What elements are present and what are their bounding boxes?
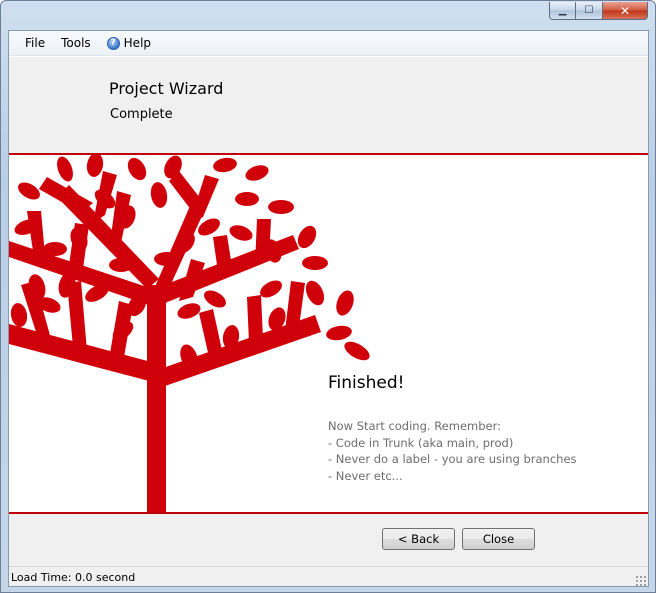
window-client: File Tools ? Help Project Wizard Complet… (8, 30, 649, 587)
wizard-header: Project Wizard Complete (9, 57, 648, 153)
page-subtitle: Complete (110, 107, 173, 122)
maximize-icon: ☐ (584, 5, 594, 16)
load-time-label: Load Time: 0.0 second (11, 571, 136, 584)
menu-file[interactable]: File (17, 32, 53, 54)
finished-message: Now Start coding. Remember: - Code in Tr… (328, 418, 577, 484)
menu-bar: File Tools ? Help (9, 31, 648, 56)
menu-tools[interactable]: Tools (53, 32, 99, 54)
back-button[interactable]: < Back (382, 528, 455, 550)
page-title: Project Wizard (109, 79, 224, 98)
menu-help[interactable]: ? Help (99, 32, 159, 54)
close-icon: ✕ (619, 3, 631, 18)
caption-buttons: ▁ ☐ ✕ (549, 2, 648, 20)
close-button[interactable]: Close (462, 528, 535, 550)
resize-grip[interactable] (635, 575, 646, 586)
menu-tools-label: Tools (61, 36, 91, 50)
wizard-content: Finished! Now Start coding. Remember: - … (9, 155, 648, 512)
message-line: - Code in Trunk (aka main, prod) (328, 435, 514, 450)
maximize-button[interactable]: ☐ (576, 2, 603, 20)
wizard-footer: < Back Close (9, 514, 648, 566)
window-frame: ▁ ☐ ✕ File Tools ? Help Project Wizard C… (0, 0, 656, 593)
message-line: - Never etc... (328, 468, 403, 483)
menu-file-label: File (25, 36, 46, 50)
minimize-icon: ▁ (558, 5, 567, 16)
status-bar: Load Time: 0.0 second (9, 566, 648, 586)
close-window-button[interactable]: ✕ (603, 2, 648, 20)
message-line: - Never do a label - you are using branc… (328, 452, 577, 466)
help-icon: ? (106, 36, 120, 50)
message-line: Now Start coding. Remember: (328, 419, 502, 433)
finished-heading: Finished! (328, 373, 405, 393)
menu-help-label: Help (123, 36, 152, 50)
minimize-button[interactable]: ▁ (549, 2, 576, 20)
